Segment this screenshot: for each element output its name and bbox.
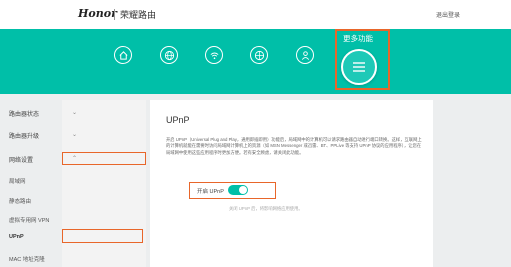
sidebar-subitem-static-route[interactable]: 静态路由 [9, 197, 31, 205]
globe-icon[interactable] [160, 46, 178, 64]
upnp-hint: 关闭 UPnP 后，将影响网络应用使用。 [229, 206, 303, 211]
wifi-icon[interactable] [205, 46, 223, 64]
upnp-toggle-label: 开启 UPnP [197, 189, 224, 195]
sidebar-subitem-vpn[interactable]: 虚拟专用网 VPN [9, 216, 49, 224]
logo-divider [114, 9, 115, 20]
upnp-toggle-switch[interactable] [228, 185, 248, 195]
network-settings-highlight [62, 152, 146, 165]
user-icon[interactable] [296, 46, 314, 64]
app-title: 荣耀路由 [120, 10, 157, 20]
toggle-knob [239, 186, 247, 194]
chevron-down-icon: ⌄ [72, 132, 78, 138]
sidebar-subitem-lan[interactable]: 局域网 [9, 177, 26, 185]
sidebar-subitem-upnp[interactable]: UPnP [9, 234, 24, 240]
top-bar: Honor 荣耀路由 退出登录 [0, 0, 511, 29]
logout-link[interactable]: 退出登录 [436, 10, 460, 19]
honor-logo: Honor [78, 7, 117, 20]
sidebar-item-label: 网络设置 [9, 158, 34, 164]
chevron-down-icon: ⌄ [72, 110, 78, 116]
page-title: UPnP [166, 115, 190, 125]
sidebar-item-label: 路由器升级 [9, 134, 40, 140]
network-icon[interactable] [250, 46, 268, 64]
upnp-description: 开启 UPnP（Universal Plug and Play，通用即插即用）功… [166, 137, 422, 155]
upnp-highlight [62, 229, 143, 243]
more-functions-highlight [335, 29, 390, 90]
home-icon[interactable] [114, 46, 132, 64]
sidebar-subitem-mac-clone[interactable]: MAC 地址克隆 [9, 255, 45, 263]
sidebar-item-label: 路由器状态 [9, 112, 40, 118]
